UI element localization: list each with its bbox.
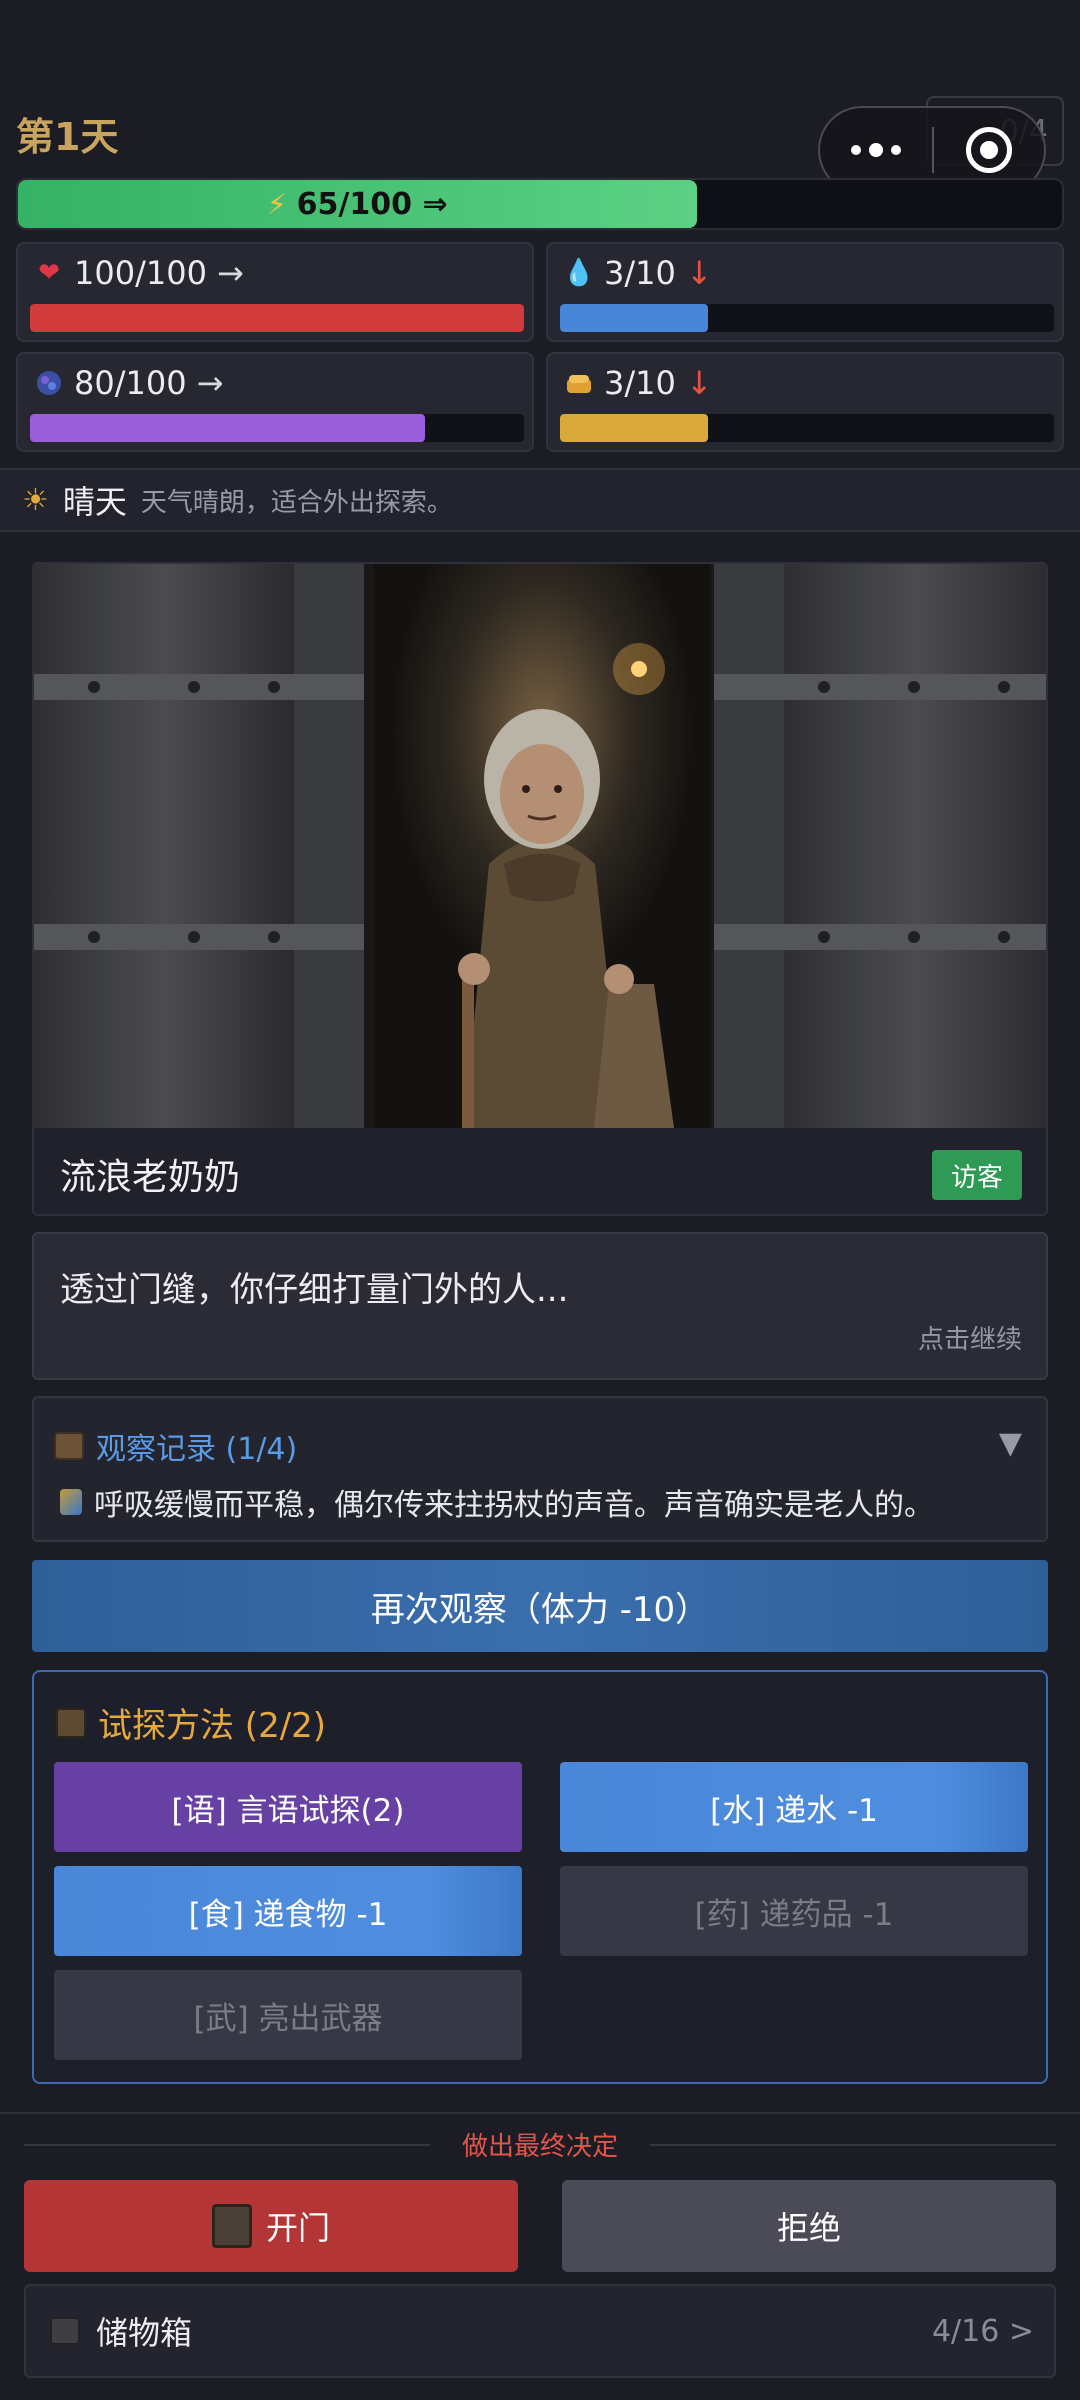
probe-medicine-button[interactable]: [药] 递药品 -1 bbox=[560, 1866, 1028, 1956]
visitor-footer: 流浪老奶奶 访客 bbox=[34, 1128, 1046, 1214]
weather-strip: ☀ 晴天 天气晴朗，适合外出探索。 bbox=[0, 468, 1080, 532]
probe-weapon-button[interactable]: [武] 亮出武器 bbox=[54, 1970, 522, 2060]
health-fill bbox=[30, 304, 524, 332]
sanity-fill bbox=[30, 414, 426, 442]
continue-hint: 点击继续 bbox=[917, 1325, 1022, 1355]
refuse-button[interactable]: 拒绝 bbox=[562, 2180, 1056, 2272]
day-label: 第1天 bbox=[16, 115, 119, 159]
bread-icon bbox=[564, 368, 594, 398]
visitor-tag-badge: 访客 bbox=[932, 1150, 1022, 1200]
probe-food-button[interactable]: [食] 递食物 -1 bbox=[54, 1866, 522, 1956]
probe-icon bbox=[56, 1707, 86, 1738]
food-track bbox=[560, 414, 1054, 442]
reobserve-button[interactable]: 再次观察（体力 -10） bbox=[32, 1560, 1048, 1652]
water-stat: 💧 3/10 ↓ bbox=[546, 242, 1064, 342]
energy-text: ⚡ 65/100 ⇒ bbox=[18, 180, 697, 228]
water-drop-icon: 💧 bbox=[562, 258, 596, 288]
probe-header: 试探方法 (2/2) bbox=[56, 1698, 326, 1747]
door-icon bbox=[211, 2204, 252, 2248]
storage-box-row[interactable]: 储物箱 4/16 > bbox=[24, 2284, 1056, 2378]
trend-flat-icon: → bbox=[196, 364, 224, 402]
observation-entry-text: 呼吸缓慢而平稳，偶尔传来拄拐杖的声音。声音确实是老人的。 bbox=[94, 1488, 934, 1523]
visitor-name: 流浪老奶奶 bbox=[60, 1157, 241, 1198]
water-value: 3/10 bbox=[604, 254, 676, 292]
probe-title: 试探方法 (2/2) bbox=[98, 1706, 327, 1746]
storage-count: 4/16 > bbox=[931, 2313, 1034, 2349]
sanity-track bbox=[30, 414, 524, 442]
dialog-box[interactable]: 透过门缝，你仔细打量门外的人... 点击继续 bbox=[32, 1232, 1048, 1380]
water-fill bbox=[560, 304, 709, 332]
trend-down-icon: ↓ bbox=[685, 254, 713, 292]
dot-icon bbox=[851, 145, 861, 155]
observation-entry: 呼吸缓慢而平稳，偶尔传来拄拐杖的声音。声音确实是老人的。 bbox=[60, 1480, 934, 1524]
lightning-icon: ⚡ bbox=[267, 187, 287, 221]
close-miniprogram-button[interactable] bbox=[934, 127, 1044, 173]
observation-title: 观察记录 (1/4) bbox=[96, 1432, 298, 1467]
visitor-portrait bbox=[34, 564, 1046, 1128]
ear-icon bbox=[60, 1489, 82, 1515]
open-door-label: 开门 bbox=[265, 2209, 330, 2247]
sun-icon: ☀ bbox=[22, 482, 49, 518]
sanity-stat: 80/100 → bbox=[16, 352, 534, 452]
decision-label: 做出最终决定 bbox=[461, 2132, 618, 2162]
health-stat: ❤ 100/100 → bbox=[16, 242, 534, 342]
heart-icon: ❤ bbox=[38, 258, 60, 288]
probe-water-button[interactable]: [水] 递水 -1 bbox=[560, 1762, 1028, 1852]
visitor-card: 流浪老奶奶 访客 bbox=[32, 562, 1048, 1216]
food-stat: 3/10 ↓ bbox=[546, 352, 1064, 452]
probe-panel: 试探方法 (2/2) [语] 言语试探(2) [水] 递水 -1 [食] 递食物… bbox=[32, 1670, 1048, 2084]
dot-icon bbox=[891, 145, 901, 155]
open-door-button[interactable]: 开门 bbox=[24, 2180, 518, 2272]
trend-down-icon: ↓ bbox=[685, 364, 713, 402]
section-divider bbox=[0, 2112, 1080, 2114]
food-value: 3/10 bbox=[604, 364, 676, 402]
brain-orb-icon bbox=[34, 368, 64, 398]
sanity-value: 80/100 bbox=[74, 364, 187, 402]
storage-box-icon bbox=[50, 2317, 80, 2345]
trend-flat-icon: → bbox=[216, 254, 244, 292]
health-track bbox=[30, 304, 524, 332]
dot-icon bbox=[869, 143, 883, 157]
storage-label: 储物箱 bbox=[96, 2314, 193, 2352]
water-track bbox=[560, 304, 1054, 332]
target-icon bbox=[966, 127, 1012, 173]
dialog-text: 透过门缝，你仔细打量门外的人... bbox=[60, 1270, 569, 1310]
weather-name: 晴天 bbox=[62, 483, 127, 521]
energy-value: 65/100 ⇒ bbox=[296, 186, 448, 222]
food-fill bbox=[560, 414, 709, 442]
probe-talk-button[interactable]: [语] 言语试探(2) bbox=[54, 1762, 522, 1852]
energy-bar: ⚡ 65/100 ⇒ bbox=[16, 178, 1064, 230]
health-value: 100/100 bbox=[74, 254, 207, 292]
weather-description: 天气晴朗，适合外出探索。 bbox=[140, 487, 453, 518]
observation-log: 观察记录 (1/4) ▼ 呼吸缓慢而平稳，偶尔传来拄拐杖的声音。声音确实是老人的… bbox=[32, 1396, 1048, 1542]
notebook-icon bbox=[54, 1432, 84, 1460]
collapse-toggle-icon[interactable]: ▼ bbox=[999, 1426, 1022, 1461]
observation-header[interactable]: 观察记录 (1/4) bbox=[54, 1424, 297, 1468]
